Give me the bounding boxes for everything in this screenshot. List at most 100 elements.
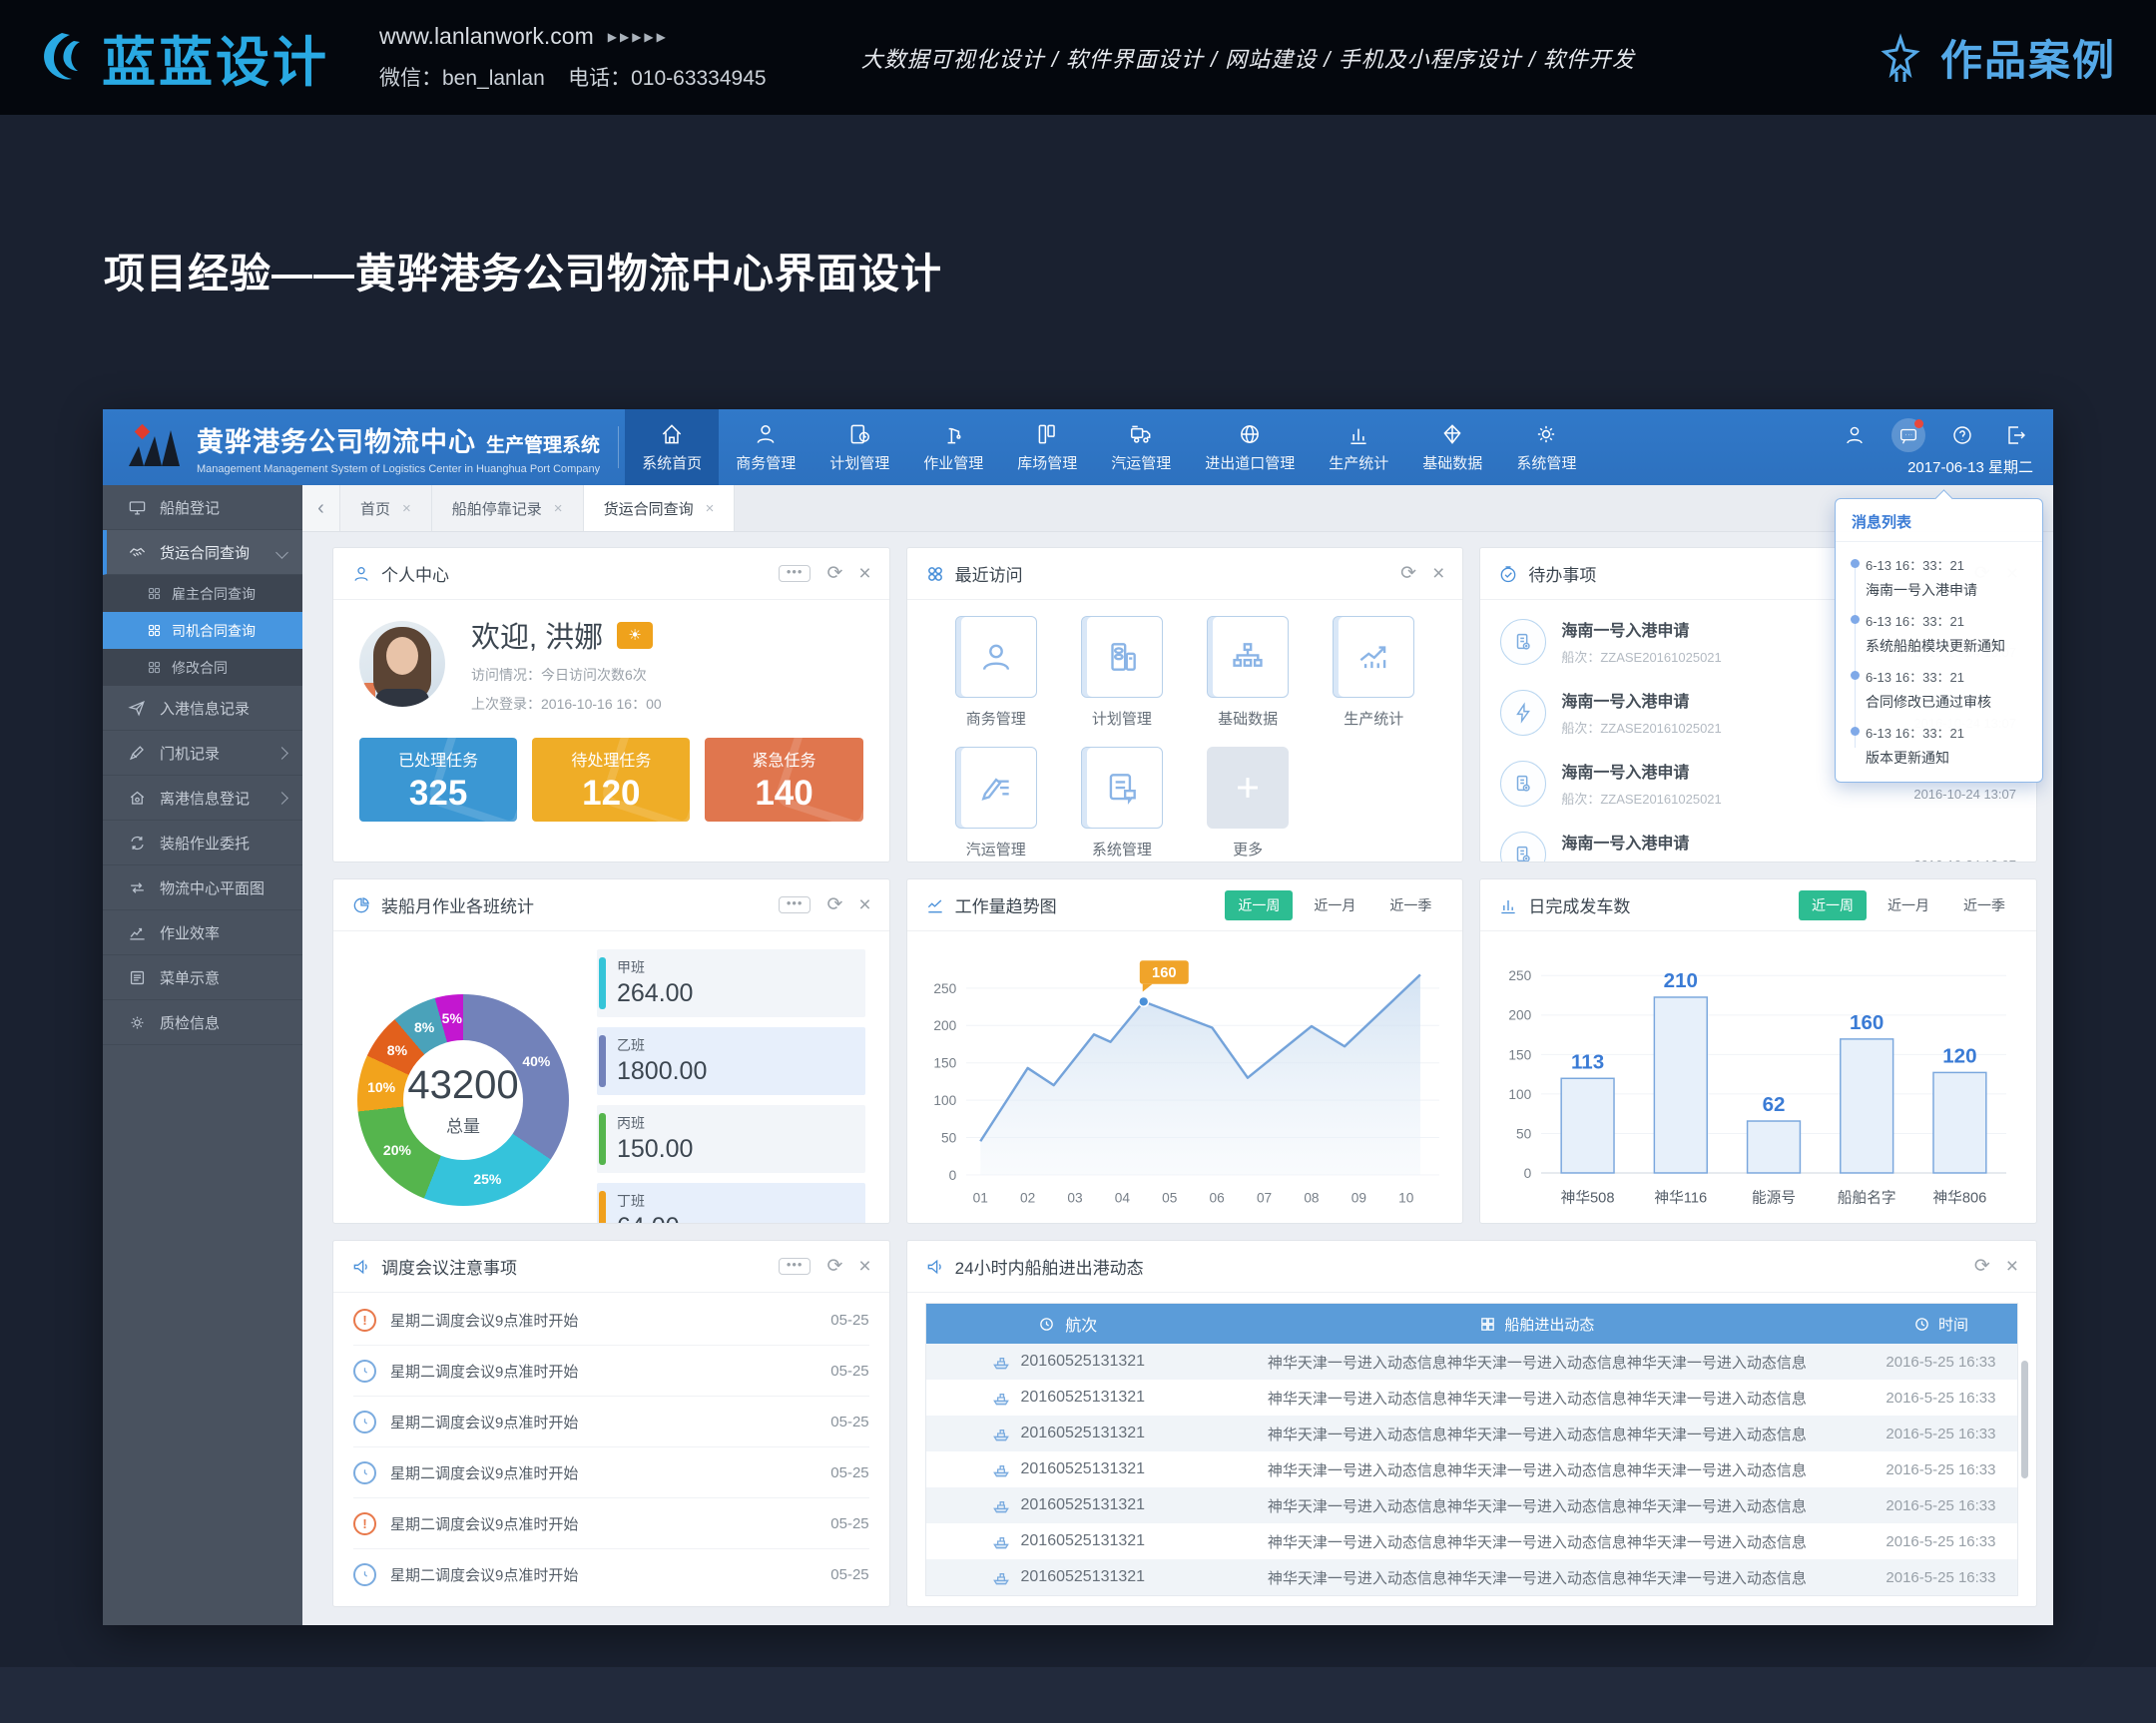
legend-item: 丁班 64.00 — [597, 1183, 865, 1224]
refresh-icon[interactable]: ⟳ — [1400, 562, 1416, 585]
help-icon[interactable] — [1945, 418, 1979, 452]
meeting-item[interactable]: 星期二调度会议9点准时开始 05-25 — [353, 1397, 869, 1447]
close-icon[interactable]: × — [554, 500, 563, 517]
paper-plane-icon — [128, 699, 147, 718]
close-icon[interactable]: × — [1432, 565, 1444, 583]
sidebar-item-menu-demo[interactable]: 菜单示意 — [103, 955, 302, 1000]
sidebar-item-departure-register[interactable]: 离港信息登记 — [103, 776, 302, 821]
nav-item-business[interactable]: 商务管理 — [719, 409, 812, 485]
nav-item-operation[interactable]: 作业管理 — [906, 409, 1000, 485]
meeting-item[interactable]: 星期二调度会议9点准时开始 05-25 — [353, 1346, 869, 1397]
tile-plan[interactable]: 计划管理 — [1059, 616, 1185, 729]
table-row[interactable]: 20160525131321 神华天津一号进入动态信息神华天津一号进入动态信息神… — [926, 1380, 2017, 1416]
portfolio-block[interactable]: 作品案例 — [1875, 27, 2116, 88]
scrollbar[interactable] — [2021, 1361, 2028, 1478]
user-icon — [1843, 423, 1867, 447]
todo-item[interactable]: 海南一号入港申请 船次：ZZASE20161025021 2016-10-24 … — [1500, 819, 2016, 862]
refresh-icon[interactable]: ⟳ — [826, 1255, 842, 1278]
more-options-icon[interactable]: ••• — [779, 1258, 811, 1275]
close-icon[interactable]: × — [402, 500, 411, 517]
nav-item-data[interactable]: 基础数据 — [1405, 409, 1499, 485]
tile-truck-mgmt[interactable]: 汽运管理 — [933, 747, 1059, 860]
refresh-icon[interactable]: ⟳ — [1974, 1255, 1990, 1278]
services-list: 大数据可视化设计 / 软件界面设计 / 网站建设 / 手机及小程序设计 / 软件… — [861, 42, 1635, 74]
nav-item-settings[interactable]: 系统管理 — [1499, 409, 1593, 485]
tab-berth-record[interactable]: 船舶停靠记录× — [432, 485, 584, 531]
messages-icon[interactable] — [1891, 418, 1925, 452]
tile-business[interactable]: 商务管理 — [933, 616, 1059, 729]
tab-month[interactable]: 近一月 — [1301, 890, 1368, 920]
logout-icon[interactable] — [1999, 418, 2033, 452]
refresh-icon[interactable]: ⟳ — [826, 893, 842, 916]
tab-home[interactable]: 首页× — [340, 485, 432, 531]
nav-item-truck[interactable]: 汽运管理 — [1094, 409, 1188, 485]
message-item[interactable]: 6-13 16：33：21 合同修改已通过审核 — [1866, 667, 2028, 712]
nav-item-stats[interactable]: 生产统计 — [1312, 409, 1405, 485]
sidebar-item-inbound-record[interactable]: 入港信息记录 — [103, 686, 302, 731]
message-item[interactable]: 6-13 16：33：21 系统船舶模块更新通知 — [1866, 611, 2028, 656]
sidebar-subitem-employer-contract[interactable]: 雇主合同查询 — [103, 575, 302, 612]
refresh-icon[interactable]: ⟳ — [826, 562, 842, 585]
tab-scroll-left[interactable]: ‹ — [302, 485, 340, 531]
close-icon[interactable]: × — [858, 1258, 870, 1276]
tab-freight-contract[interactable]: 货运合同查询× — [584, 485, 736, 531]
meeting-item[interactable]: 星期二调度会议9点准时开始 05-25 — [353, 1447, 869, 1498]
trend-chart[interactable]: 05010015020025001020304050607080910160 — [921, 939, 1449, 1219]
table-row[interactable]: 20160525131321 神华天津一号进入动态信息神华天津一号进入动态信息神… — [926, 1523, 2017, 1559]
tile-data[interactable]: 基础数据 — [1185, 616, 1311, 729]
bars-chart[interactable]: 050100150200250113神华508210神华11662能源号160船… — [1494, 939, 2022, 1219]
website-url[interactable]: www.lanlanwork.com — [379, 23, 594, 50]
legend-color — [599, 1113, 606, 1165]
sidebar-item-gantry-record[interactable]: 门机记录 — [103, 731, 302, 776]
tab-month[interactable]: 近一月 — [1875, 890, 1942, 920]
table-row[interactable]: 20160525131321 神华天津一号进入动态信息神华天津一号进入动态信息神… — [926, 1451, 2017, 1487]
svg-text:05: 05 — [1162, 1190, 1178, 1205]
tab-quarter[interactable]: 近一季 — [1376, 890, 1444, 920]
svg-text:150: 150 — [933, 1056, 956, 1071]
sidebar-item-efficiency[interactable]: 作业效率 — [103, 910, 302, 955]
sidebar-item-ship-register[interactable]: 船舶登记 — [103, 485, 302, 530]
close-icon[interactable]: × — [858, 896, 870, 914]
nav-item-plan[interactable]: 计划管理 — [812, 409, 906, 485]
sidebar-subitem-driver-contract[interactable]: 司机合同查询 — [103, 612, 302, 649]
close-icon[interactable]: × — [858, 565, 870, 583]
meeting-item[interactable]: ! 星期二调度会议9点准时开始 05-25 — [353, 1295, 869, 1346]
stat-processed[interactable]: 已处理任务 325 — [359, 738, 517, 822]
stat-urgent[interactable]: 紧急任务 140 — [705, 738, 862, 822]
more-options-icon[interactable]: ••• — [779, 896, 811, 913]
app-title: 黄骅港务公司物流中心 — [197, 420, 476, 459]
tile-more[interactable]: 更多 — [1185, 747, 1311, 860]
tile-system-mgmt[interactable]: 系统管理 — [1059, 747, 1185, 860]
sidebar-subitem-modify-contract[interactable]: 修改合同 — [103, 649, 302, 686]
tab-quarter[interactable]: 近一季 — [1950, 890, 2018, 920]
meeting-item[interactable]: 星期二调度会议9点准时开始 05-25 — [353, 1549, 869, 1600]
donut-total: 43200 — [407, 1063, 518, 1108]
profile-icon[interactable] — [1838, 418, 1872, 452]
message-item[interactable]: 6-13 16：33：21 版本更新通知 — [1866, 723, 2028, 768]
dynamics-table: 航次 船舶进出动态 时间 20160525131321 神华天津一号进入动态信息… — [925, 1303, 2018, 1596]
handshake-icon — [128, 543, 147, 562]
stat-pending[interactable]: 待处理任务 120 — [532, 738, 690, 822]
table-row[interactable]: 20160525131321 神华天津一号进入动态信息神华天津一号进入动态信息神… — [926, 1344, 2017, 1380]
tile-stats[interactable]: 生产统计 — [1311, 616, 1436, 729]
sidebar-item-quality-info[interactable]: 质检信息 — [103, 1000, 302, 1045]
sidebar-item-freight-contract[interactable]: 货运合同查询 — [103, 530, 302, 575]
trend-chart-body: 05010015020025001020304050607080910160 — [907, 931, 1463, 1223]
table-row[interactable]: 20160525131321 神华天津一号进入动态信息神华天津一号进入动态信息神… — [926, 1487, 2017, 1523]
nav-item-gate[interactable]: 进出道口管理 — [1188, 409, 1312, 485]
meeting-item[interactable]: ! 星期二调度会议9点准时开始 05-25 — [353, 1498, 869, 1549]
nav-item-warehouse[interactable]: 库场管理 — [1000, 409, 1094, 485]
brand-logo: 蓝蓝设计 — [28, 18, 329, 97]
nav-item-home[interactable]: 系统首页 — [625, 409, 719, 485]
more-options-icon[interactable]: ••• — [779, 565, 811, 582]
tab-week[interactable]: 近一周 — [1225, 890, 1293, 920]
table-row[interactable]: 20160525131321 神华天津一号进入动态信息神华天津一号进入动态信息神… — [926, 1416, 2017, 1451]
table-row[interactable]: 20160525131321 神华天津一号进入动态信息神华天津一号进入动态信息神… — [926, 1559, 2017, 1595]
close-icon[interactable]: × — [2006, 1258, 2018, 1276]
header-right: 2017-06-13 星期二 — [1838, 418, 2033, 477]
sidebar-item-center-plan[interactable]: 物流中心平面图 — [103, 865, 302, 910]
sidebar-item-loading-commission[interactable]: 装船作业委托 — [103, 821, 302, 865]
close-icon[interactable]: × — [706, 500, 715, 517]
message-item[interactable]: 6-13 16：33：21 海南一号入港申请 — [1866, 555, 2028, 600]
tab-week[interactable]: 近一周 — [1799, 890, 1867, 920]
